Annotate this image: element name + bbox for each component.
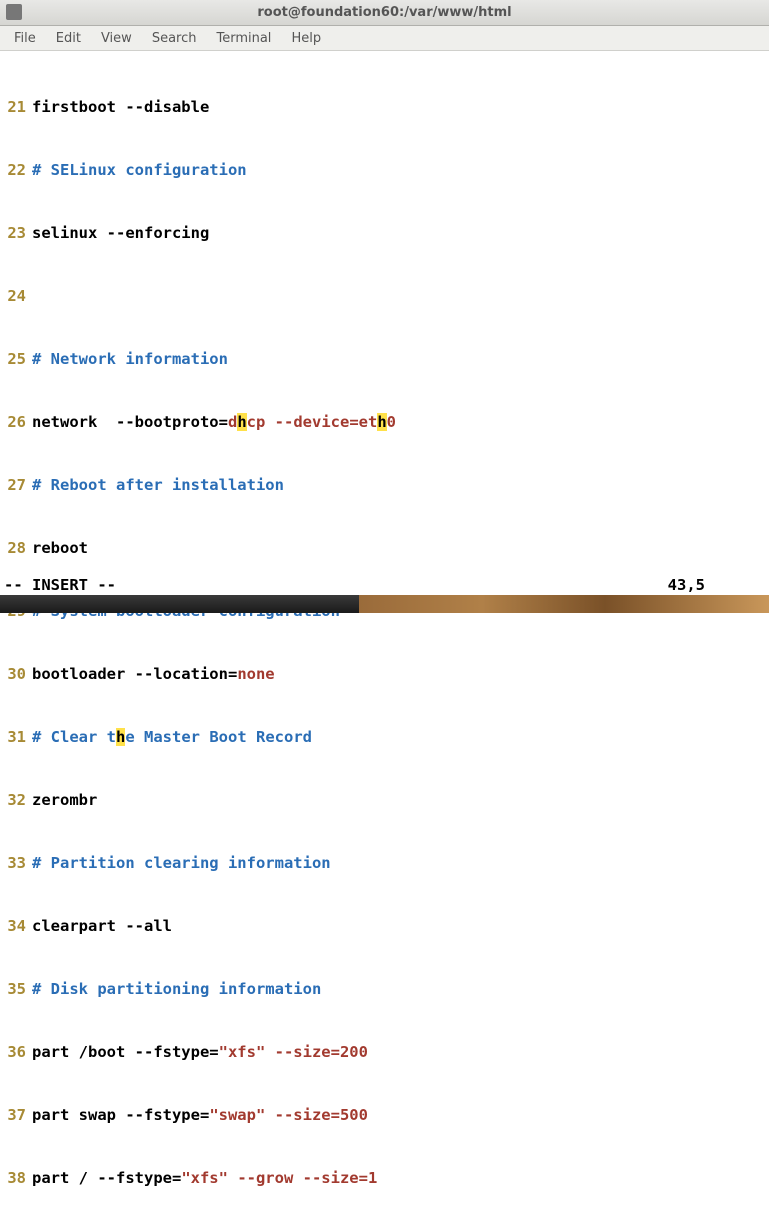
code-line: network --bootproto=dhcp --device=eth0: [32, 412, 769, 433]
code-line: # Partition clearing information: [32, 853, 769, 874]
code-line: # Reboot after installation: [32, 475, 769, 496]
menu-view[interactable]: View: [91, 28, 142, 49]
code-line: selinux --enforcing: [32, 223, 769, 244]
window-title: root@foundation60:/var/www/html: [257, 5, 511, 20]
code-line: zerombr: [32, 790, 769, 811]
line-number: 35: [0, 979, 32, 1000]
line-number: 31: [0, 727, 32, 748]
code-line: bootloader --location=none: [32, 664, 769, 685]
line-number: 23: [0, 223, 32, 244]
search-highlight: h: [377, 413, 386, 431]
line-number: 33: [0, 853, 32, 874]
menu-terminal[interactable]: Terminal: [206, 28, 281, 49]
code-line: # SELinux configuration: [32, 160, 769, 181]
menu-search[interactable]: Search: [142, 28, 207, 49]
line-number: 34: [0, 916, 32, 937]
code-line: part /boot --fstype="xfs" --size=200: [32, 1042, 769, 1063]
desktop-wallpaper-strip: [359, 595, 769, 613]
code-line: part swap --fstype="swap" --size=500: [32, 1105, 769, 1126]
line-number: 21: [0, 97, 32, 118]
code-line: [32, 286, 769, 307]
line-number: 26: [0, 412, 32, 433]
line-number: 28: [0, 538, 32, 559]
line-number: 27: [0, 475, 32, 496]
menu-edit[interactable]: Edit: [46, 28, 91, 49]
line-number: 25: [0, 349, 32, 370]
search-highlight: h: [237, 413, 246, 431]
editor-viewport[interactable]: 21firstboot --disable 22# SELinux config…: [0, 51, 769, 1226]
code-line: part / --fstype="xfs" --grow --size=1: [32, 1168, 769, 1189]
line-number: 37: [0, 1105, 32, 1126]
code-line: clearpart --all: [32, 916, 769, 937]
cursor-position: 43,5: [668, 576, 765, 594]
line-number: 24: [0, 286, 32, 307]
search-highlight: h: [116, 728, 125, 746]
line-number: 38: [0, 1168, 32, 1189]
window-app-icon: [6, 4, 22, 20]
vim-status-bar: -- INSERT -- 43,5: [0, 576, 769, 594]
line-number: 30: [0, 664, 32, 685]
menu-help[interactable]: Help: [281, 28, 331, 49]
code-line: reboot: [32, 538, 769, 559]
code-line: # Clear the Master Boot Record: [32, 727, 769, 748]
line-number: 36: [0, 1042, 32, 1063]
menu-file[interactable]: File: [4, 28, 46, 49]
code-line: firstboot --disable: [32, 97, 769, 118]
line-number: 22: [0, 160, 32, 181]
code-line: # Disk partitioning information: [32, 979, 769, 1000]
code-line: # Network information: [32, 349, 769, 370]
line-number: 32: [0, 790, 32, 811]
window-titlebar: root@foundation60:/var/www/html: [0, 0, 769, 26]
menu-bar: File Edit View Search Terminal Help: [0, 26, 769, 51]
desktop-taskbar: [0, 595, 769, 613]
vim-mode: -- INSERT --: [4, 576, 116, 594]
